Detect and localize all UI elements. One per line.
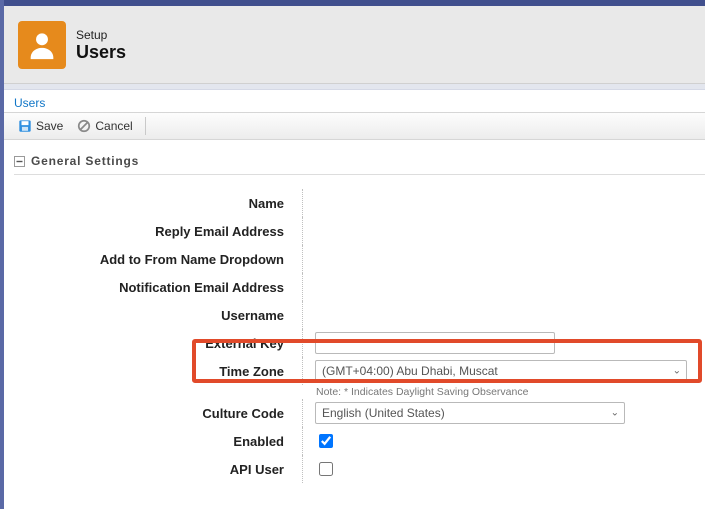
toolbar-separator xyxy=(145,117,146,135)
page-title: Users xyxy=(76,42,126,62)
external-key-input[interactable] xyxy=(315,332,555,354)
cancel-icon xyxy=(77,119,91,133)
label-reply-email: Reply Email Address xyxy=(14,224,302,239)
save-button[interactable]: Save xyxy=(12,117,69,135)
action-toolbar: Save Cancel xyxy=(4,112,705,140)
section-title: General Settings xyxy=(31,154,139,168)
label-api-user: API User xyxy=(14,462,302,477)
label-culture-code: Culture Code xyxy=(14,406,302,421)
enabled-checkbox[interactable] xyxy=(319,434,333,448)
label-external-key: External Key xyxy=(14,336,302,351)
user-icon xyxy=(18,21,66,69)
page-supertitle: Setup xyxy=(76,28,126,42)
label-enabled: Enabled xyxy=(14,434,302,449)
time-zone-select[interactable]: (GMT+04:00) Abu Dhabi, Muscat xyxy=(315,360,687,382)
culture-code-select[interactable]: English (United States) xyxy=(315,402,625,424)
label-name: Name xyxy=(14,196,302,211)
breadcrumb-users[interactable]: Users xyxy=(14,96,45,110)
label-time-zone: Time Zone xyxy=(14,364,302,379)
save-icon xyxy=(18,119,32,133)
api-user-checkbox[interactable] xyxy=(319,462,333,476)
cancel-button[interactable]: Cancel xyxy=(71,117,138,135)
label-add-from: Add to From Name Dropdown xyxy=(14,252,302,267)
section-header[interactable]: General Settings xyxy=(14,150,705,175)
label-notif-email: Notification Email Address xyxy=(14,280,302,295)
save-label: Save xyxy=(36,119,63,133)
cancel-label: Cancel xyxy=(95,119,132,133)
time-zone-note: Note: * Indicates Daylight Saving Observ… xyxy=(316,385,705,399)
collapse-icon xyxy=(14,156,25,167)
label-username: Username xyxy=(14,308,302,323)
page-banner: Setup Users xyxy=(4,6,705,84)
